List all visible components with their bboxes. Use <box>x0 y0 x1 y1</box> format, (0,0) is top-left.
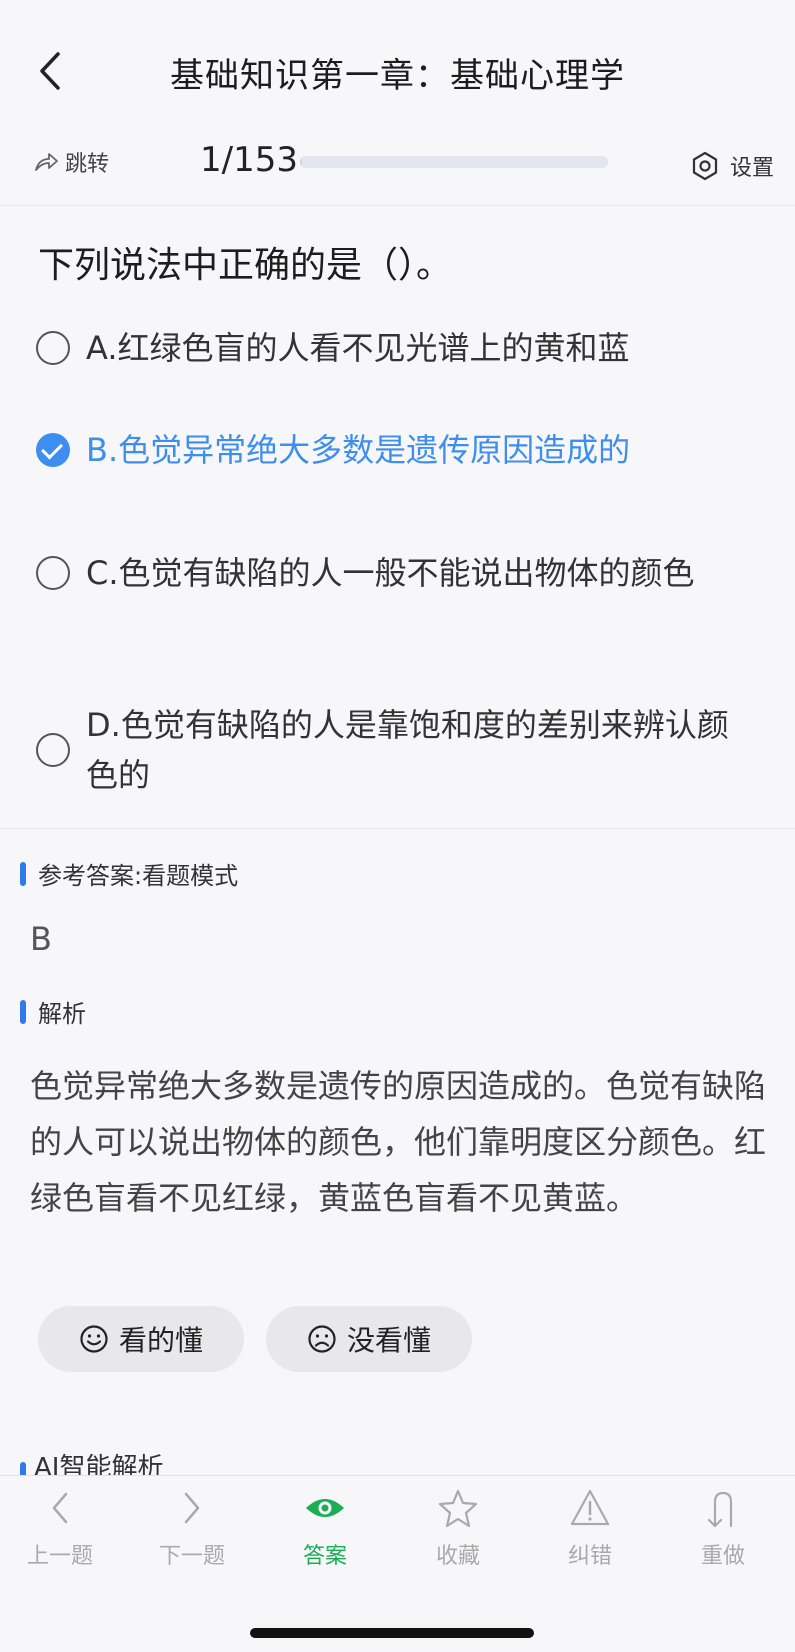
header: 基础知识第一章：基础心理学 <box>0 0 795 140</box>
nav-prev[interactable]: 上一题 <box>5 1486 115 1570</box>
undo-arrow-icon <box>707 1491 733 1528</box>
option-d-label: D.色觉有缺陷的人是靠饱和度的差别来辨认颜色的 <box>86 706 729 794</box>
radio-unchecked-icon <box>36 733 70 767</box>
nav-redo-label: 重做 <box>700 1544 745 1569</box>
option-b[interactable]: B.色觉异常绝大多数是遗传原因造成的 <box>36 425 756 475</box>
option-a-label: A.红绿色盲的人看不见光谱上的黄和蓝 <box>86 329 630 367</box>
chevron-right-icon <box>184 1492 200 1524</box>
home-indicator[interactable] <box>250 1628 534 1638</box>
nav-next-label: 下一题 <box>158 1544 225 1569</box>
radio-unchecked-icon <box>36 331 70 365</box>
option-a[interactable]: A.红绿色盲的人看不见光谱上的黄和蓝 <box>36 323 756 373</box>
gear-icon <box>692 151 718 181</box>
settings-label: 设置 <box>730 156 775 181</box>
nav-answer[interactable]: 答案 <box>270 1486 380 1570</box>
not-understood-label: 没看懂 <box>346 1324 431 1357</box>
answer-section-title: 参考答案:看题模式 <box>38 862 239 890</box>
answer-value: B <box>30 920 52 958</box>
section-bar <box>20 999 26 1024</box>
option-c[interactable]: C.色觉有缺陷的人一般不能说出物体的颜色 <box>36 548 756 598</box>
settings-button[interactable]: 设置 <box>690 150 774 182</box>
radio-checked-icon <box>36 433 70 467</box>
question-text: 下列说法中正确的是（）。 <box>38 245 453 286</box>
nav-prev-label: 上一题 <box>26 1544 93 1569</box>
option-c-label: C.色觉有缺陷的人一般不能说出物体的颜色 <box>86 554 695 592</box>
warning-icon <box>570 1489 610 1526</box>
progress-row: 跳转 1/153 设置 <box>0 140 795 206</box>
analysis-section-title: 解析 <box>38 1000 86 1028</box>
not-understood-button[interactable]: 没看懂 <box>266 1306 472 1372</box>
nav-redo[interactable]: 重做 <box>668 1486 778 1570</box>
divider <box>0 828 795 829</box>
nav-answer-label: 答案 <box>302 1544 347 1569</box>
nav-next[interactable]: 下一题 <box>137 1486 247 1570</box>
progress-bar <box>300 156 608 168</box>
analysis-text: 色觉异常绝大多数是遗传的原因造成的。色觉有缺陷的人可以说出物体的颜色，他们靠明度… <box>30 1067 767 1217</box>
nav-favorite[interactable]: 收藏 <box>403 1486 513 1570</box>
page-title: 基础知识第一章：基础心理学 <box>170 56 625 96</box>
progress-fill <box>300 156 302 168</box>
section-bar <box>20 861 26 886</box>
question-counter: 1/153 <box>200 140 298 180</box>
option-d[interactable]: D.色觉有缺陷的人是靠饱和度的差别来辨认颜色的 <box>36 700 756 800</box>
eye-icon <box>306 1499 344 1517</box>
jump-button[interactable]: 跳转 <box>33 146 109 178</box>
option-b-label: B.色觉异常绝大多数是遗传原因造成的 <box>86 431 631 469</box>
nav-report[interactable]: 纠错 <box>535 1486 645 1570</box>
frown-icon <box>308 1325 336 1353</box>
share-arrow-icon <box>35 153 58 171</box>
chevron-left-icon <box>52 1492 68 1524</box>
nav-report-label: 纠错 <box>567 1544 612 1569</box>
bottom-nav: 上一题 下一题 答案 收藏 纠错 重做 <box>0 1475 795 1652</box>
quiz-page: 基础知识第一章：基础心理学 跳转 1/153 设置 下列说法中正确的是（）。 A… <box>0 0 795 1652</box>
answer-section-label: 参考答案:看题模式 <box>20 856 238 891</box>
nav-favorite-label: 收藏 <box>435 1544 480 1569</box>
understood-button[interactable]: 看的懂 <box>38 1306 244 1372</box>
smile-icon <box>80 1325 108 1353</box>
understood-label: 看的懂 <box>118 1324 203 1357</box>
jump-label: 跳转 <box>65 152 110 177</box>
analysis-section-label: 解析 <box>20 994 86 1029</box>
radio-unchecked-icon <box>36 556 70 590</box>
star-icon <box>438 1489 478 1528</box>
